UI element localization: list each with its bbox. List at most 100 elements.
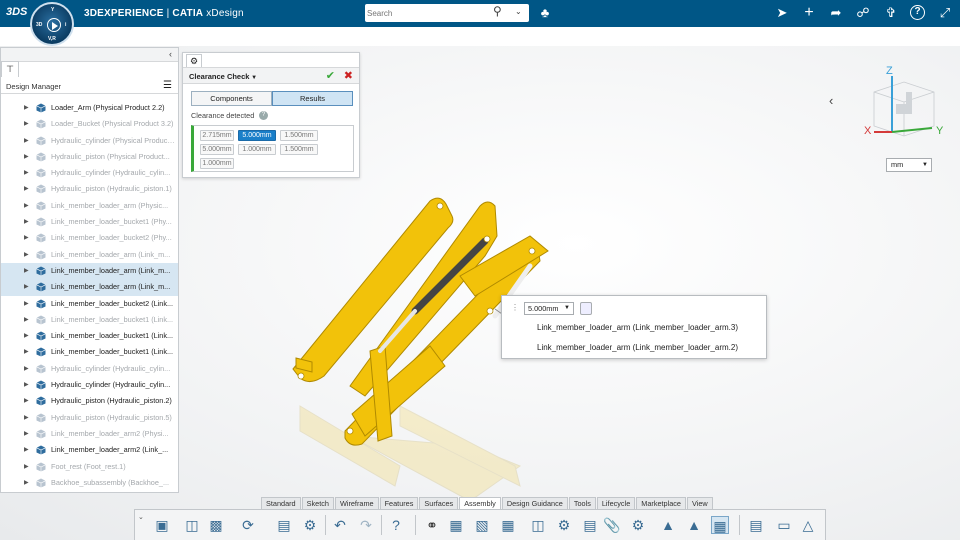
tree-tab-icon[interactable]: ⊤ [1,61,19,77]
tree-item[interactable]: ▶ Link_member_loader_bucket1 (Link... [1,344,178,360]
expand-arrow-icon[interactable]: ▶ [24,446,29,453]
3ds-logo[interactable]: 3DS [6,6,27,18]
expand-arrow-icon[interactable]: ▶ [24,332,29,339]
expand-arrow-icon[interactable]: ▶ [24,120,29,127]
expand-arrow-icon[interactable]: ▶ [24,397,29,404]
play-icon[interactable] [47,18,61,32]
plus-icon[interactable]: + [801,5,817,21]
help-icon[interactable]: ? [259,111,268,120]
tree-item[interactable]: ▶ Link_member_loader_arm (Link_m... [1,247,178,263]
pattern-icon[interactable]: ▦ [499,516,517,534]
expand-arrow-icon[interactable]: ▶ [24,202,29,209]
tab-marketplace[interactable]: Marketplace [636,497,686,509]
expand-arrow-icon[interactable]: ▶ [24,430,29,437]
help-icon[interactable]: ? [387,516,405,534]
tab-components[interactable]: Components [191,91,272,106]
expand-arrow-icon[interactable]: ▶ [24,463,29,470]
tree-item[interactable]: ▶ Link_member_loader_arm (Link_m... [1,279,178,296]
assembly-icon[interactable]: ▦ [447,516,465,534]
tree-item[interactable]: ▶ Hydraulic_cylinder (Hydraulic_cylin... [1,165,178,181]
link-icon[interactable]: ⚭ [423,516,441,534]
tree-item[interactable]: ▶ Hydraulic_piston (Hydraulic_piston.5) [1,410,178,426]
engineering-connection-icon[interactable]: ⚙ [555,516,573,534]
chevron-down-icon[interactable]: ⌄ [138,513,144,521]
tree-item[interactable]: ▶ Hydraulic_cylinder (Hydraulic_cylin... [1,361,178,377]
popup-component-1[interactable]: Link_member_loader_arm (Link_member_load… [537,323,738,332]
tree-item[interactable]: ▶ Hydraulic_piston (Physical Product... [1,149,178,165]
align-icon[interactable]: ◫ [529,516,547,534]
expand-arrow-icon[interactable]: ▶ [24,267,29,274]
instance-icon[interactable]: ▧ [473,516,491,534]
section-icon[interactable]: ▭ [775,516,793,534]
tree-item[interactable]: ▶ Hydraulic_piston (Hydraulic_piston.2) [1,393,178,409]
unit-dropdown[interactable]: mm [886,158,932,172]
tree-item[interactable]: ▶ Link_member_loader_bucket1 (Link... [1,328,178,344]
tab-assembly[interactable]: Assembly [459,497,501,509]
tree-item[interactable]: ▶ Link_member_loader_bucket2 (Phy... [1,230,178,246]
redo-icon[interactable]: ↷ [357,516,375,534]
save-icon[interactable]: ▩ [207,516,225,534]
collapse-panel-icon[interactable]: ‹ [169,49,172,59]
copy-icon[interactable]: ▤ [581,516,599,534]
search-icon[interactable]: ⚲ [493,4,502,18]
expand-arrow-icon[interactable]: ▶ [24,479,29,486]
tab-tools[interactable]: Tools [568,497,596,509]
clearance-value-chip[interactable]: 5.000mm [238,130,276,141]
expand-arrow-icon[interactable]: ▶ [24,381,29,388]
tree-item[interactable]: ▶ Loader_Bucket (Physical Product 3.2) [1,116,178,132]
expand-arrow-icon[interactable]: ▶ [24,218,29,225]
tree-item[interactable]: ▶ Hydraulic_piston (Hydraulic_piston.1) [1,181,178,197]
tree-item[interactable]: ▶ Hydraulic_cylinder (Hydraulic_cylin... [1,377,178,393]
network-share-icon[interactable]: ☍ [855,5,871,21]
expand-arrow-icon[interactable]: ▶ [24,316,29,323]
expand-arrow-icon[interactable]: ▶ [24,185,29,192]
expand-arrow-icon[interactable]: ▶ [24,169,29,176]
tag-icon[interactable]: ♣ [537,5,553,21]
tab-lifecycle[interactable]: Lifecycle [596,497,636,509]
search-box[interactable]: ⚲ ⌄ [365,4,529,22]
tree-item[interactable]: ▶ Link_member_loader_bucket2 (Link... [1,296,178,312]
ok-icon[interactable]: ✔ [326,69,335,82]
search-input[interactable] [367,6,487,20]
undo-icon[interactable]: ↶ [331,516,349,534]
expand-arrow-icon[interactable]: ▶ [24,300,29,307]
mechanism-icon[interactable]: ⚙ [629,516,647,534]
tab-surfaces[interactable]: Surfaces [419,497,459,509]
expand-arrow-icon[interactable]: ▶ [24,104,29,111]
expand-arrow-icon[interactable]: ▶ [24,348,29,355]
chevron-left-icon[interactable]: ‹ [829,93,833,108]
refresh-icon[interactable]: ⟳ [239,516,257,534]
clearance-check-icon[interactable]: ▦ [711,516,729,534]
expand-arrow-icon[interactable]: ▶ [24,365,29,372]
tab-wireframe[interactable]: Wireframe [334,497,379,509]
tree-item[interactable]: ▶ Foot_rest (Foot_rest.1) [1,459,178,475]
clearance-value-dropdown[interactable]: 5.000mm [524,302,574,315]
tree-item[interactable]: ▶ Hydraulic_cylinder (Physical Product... [1,133,178,149]
cube-icon[interactable]: ◫ [183,516,201,534]
clearance-tab-icon[interactable]: ⚙ [186,54,202,67]
collapse-arrows-icon[interactable]: ⤢ [937,5,953,21]
explode-icon[interactable]: ▲ [659,516,677,534]
tab-standard[interactable]: Standard [261,497,301,509]
drag-handle-icon[interactable]: ⋮ [511,303,519,312]
settings-icon[interactable]: ⚙ [301,516,319,534]
tab-sketch[interactable]: Sketch [301,497,334,509]
close-icon[interactable]: ✖ [344,69,353,82]
tab-results[interactable]: Results [272,91,353,106]
clearance-title[interactable]: Clearance Check [189,72,257,81]
properties-icon[interactable]: ▤ [275,516,293,534]
clearance-value-chip[interactable]: 1.000mm [200,158,234,169]
tab-view[interactable]: View [687,497,713,509]
expand-arrow-icon[interactable]: ▶ [24,137,29,144]
measure-icon[interactable]: △ [799,516,817,534]
compare-icon[interactable]: ▤ [747,516,765,534]
expand-arrow-icon[interactable]: ▶ [24,414,29,421]
share-link-icon[interactable]: ➤ [774,5,790,21]
forward-icon[interactable]: ➦ [828,5,844,21]
clearance-value-chip[interactable]: 1.000mm [238,144,276,155]
chevron-down-icon[interactable]: ⌄ [515,7,522,16]
tree-item[interactable]: ▶ Link_member_loader_arm2 (Link_... [1,442,178,458]
tree-item[interactable]: ▶ Link_member_loader_arm2 (Physi... [1,426,178,442]
clearance-value-chip[interactable]: 5.000mm [200,144,234,155]
new-component-icon[interactable]: ▣ [153,516,171,534]
